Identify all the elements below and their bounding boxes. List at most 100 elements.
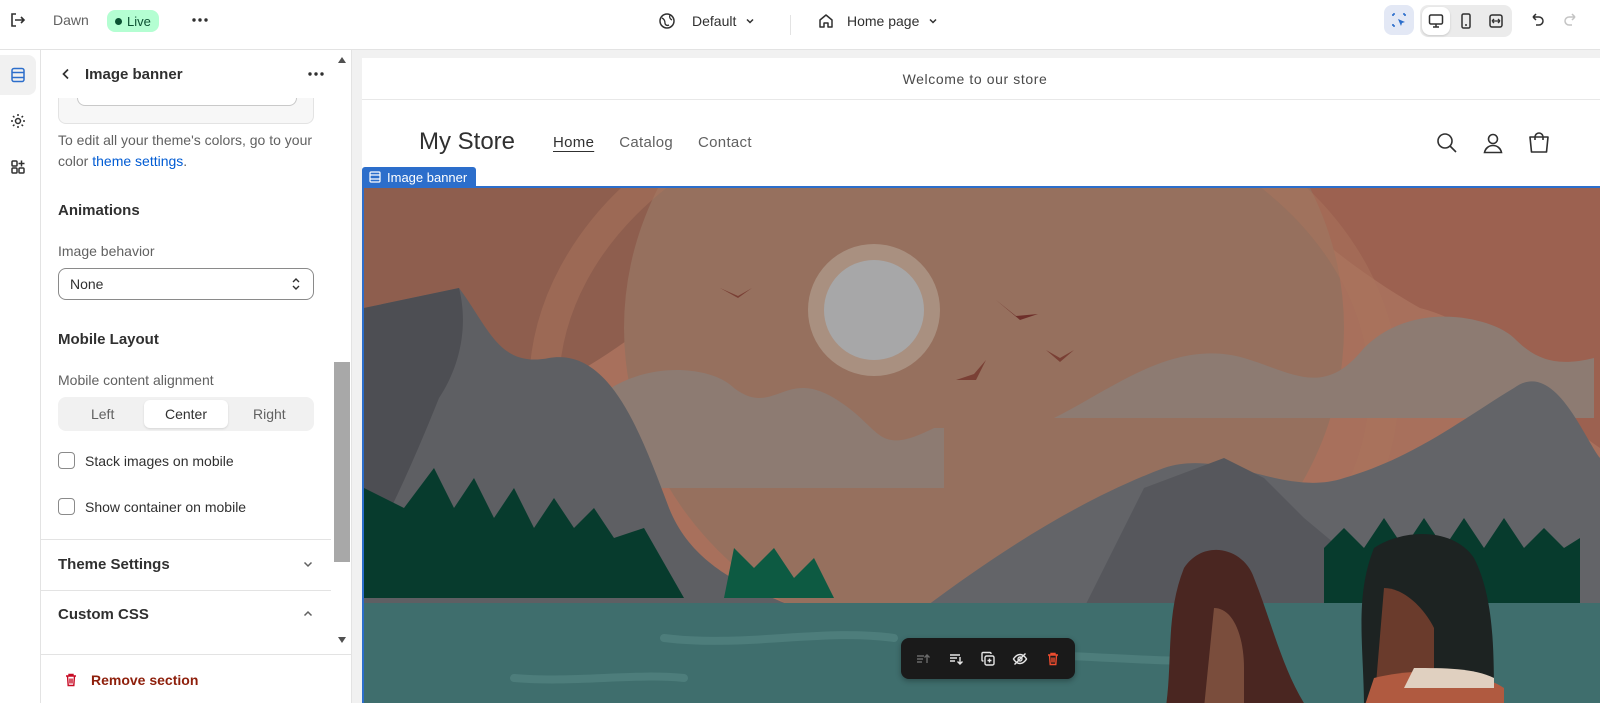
home-icon bbox=[819, 14, 833, 28]
theme-picker[interactable]: Default bbox=[658, 12, 756, 30]
announcement-bar: Welcome to our store bbox=[362, 58, 1600, 100]
theme-settings-link[interactable]: theme settings bbox=[92, 153, 183, 169]
chevron-up-icon bbox=[303, 610, 313, 617]
rail-theme-settings-button[interactable] bbox=[0, 101, 36, 141]
scroll-thumb[interactable] bbox=[334, 362, 350, 562]
live-dot bbox=[115, 17, 122, 25]
search-button[interactable] bbox=[1432, 128, 1462, 158]
fullwidth-view-button[interactable] bbox=[1482, 7, 1510, 35]
apps-icon bbox=[11, 160, 25, 174]
image-behavior-select[interactable]: None bbox=[58, 268, 314, 300]
section-tag-label: Image banner bbox=[387, 169, 468, 185]
remove-section-button[interactable]: Remove section bbox=[41, 654, 351, 703]
theme-settings-heading: Theme Settings bbox=[58, 555, 170, 573]
move-up-icon bbox=[917, 653, 931, 663]
theme-settings-accordion[interactable]: Theme Settings bbox=[41, 539, 331, 589]
cart-icon bbox=[1529, 132, 1549, 153]
chevron-left-icon bbox=[62, 68, 69, 80]
color-help-text: To edit all your theme's colors, go to y… bbox=[58, 130, 314, 172]
inspector-toggle-button[interactable] bbox=[1384, 5, 1414, 35]
page-picker-label: Home page bbox=[847, 13, 920, 29]
back-button[interactable] bbox=[55, 63, 77, 85]
store-header: My Store Home Catalog Contact bbox=[362, 100, 1600, 188]
image-behavior-value: None bbox=[70, 276, 104, 292]
stack-images-row[interactable]: Stack images on mobile bbox=[58, 452, 314, 469]
store-preview: Welcome to our store My Store Home Catal… bbox=[362, 58, 1600, 703]
show-container-checkbox[interactable] bbox=[58, 498, 75, 515]
mobile-view-button[interactable] bbox=[1452, 7, 1480, 35]
store-logo[interactable]: My Store bbox=[419, 128, 515, 156]
move-down-button[interactable] bbox=[942, 645, 970, 673]
eye-hidden-icon bbox=[1013, 652, 1028, 665]
panel-title: Image banner bbox=[85, 65, 183, 83]
image-behavior-label: Image behavior bbox=[58, 243, 155, 259]
undo-icon bbox=[1532, 13, 1544, 26]
animations-heading: Animations bbox=[58, 202, 140, 219]
duplicate-button[interactable] bbox=[974, 645, 1002, 673]
panel-header: Image banner bbox=[41, 50, 331, 98]
nav-item-catalog[interactable]: Catalog bbox=[619, 134, 673, 151]
undo-button[interactable] bbox=[1522, 5, 1552, 35]
page-picker[interactable]: Home page bbox=[817, 12, 939, 30]
cart-button[interactable] bbox=[1524, 128, 1554, 158]
redo-button[interactable] bbox=[1556, 5, 1586, 35]
status-badge-label: Live bbox=[127, 13, 151, 29]
move-up-button[interactable] bbox=[909, 645, 937, 673]
main-nav: Home Catalog Contact bbox=[553, 134, 752, 151]
section-more-button[interactable] bbox=[301, 59, 331, 89]
search-icon bbox=[1437, 133, 1457, 153]
theme-name: Dawn bbox=[53, 12, 89, 28]
rail-sections-button[interactable] bbox=[0, 55, 36, 95]
banner-illustration bbox=[364, 188, 1600, 703]
delete-button[interactable] bbox=[1039, 645, 1067, 673]
account-button[interactable] bbox=[1478, 128, 1508, 158]
alignment-left-option[interactable]: Left bbox=[61, 400, 144, 428]
more-icon bbox=[308, 72, 324, 76]
show-container-row[interactable]: Show container on mobile bbox=[58, 498, 314, 515]
more-icon bbox=[192, 18, 208, 22]
nav-item-contact[interactable]: Contact bbox=[698, 134, 752, 151]
redo-icon bbox=[1564, 13, 1576, 26]
exit-button[interactable] bbox=[2, 5, 32, 35]
select-arrows-icon bbox=[292, 278, 300, 290]
chevron-down-icon bbox=[929, 18, 937, 24]
image-banner[interactable] bbox=[362, 186, 1600, 703]
section-floating-toolbar bbox=[901, 638, 1075, 679]
editor-topbar: Dawn Live Default Home page bbox=[0, 0, 1600, 50]
section-tag[interactable]: Image banner bbox=[362, 167, 477, 187]
mobile-alignment-segmented: Left Center Right bbox=[58, 397, 314, 431]
show-container-label: Show container on mobile bbox=[85, 498, 247, 515]
section-settings-panel: Image banner To edit all your theme's co… bbox=[41, 50, 352, 703]
status-badge: Live bbox=[107, 10, 159, 32]
section-icon bbox=[369, 171, 381, 183]
alignment-right-option[interactable]: Right bbox=[228, 400, 311, 428]
alignment-center-option[interactable]: Center bbox=[144, 400, 228, 428]
theme-picker-label: Default bbox=[692, 13, 737, 29]
mobile-icon bbox=[1461, 13, 1471, 29]
scroll-up-arrow[interactable] bbox=[337, 55, 347, 65]
topbar-divider bbox=[790, 15, 791, 35]
chevron-down-icon bbox=[746, 18, 754, 24]
globe-icon bbox=[659, 13, 675, 29]
rail-apps-button[interactable] bbox=[0, 147, 36, 187]
custom-css-accordion[interactable]: Custom CSS bbox=[41, 589, 331, 639]
panel-scrollbar[interactable] bbox=[333, 50, 350, 654]
color-scheme-select[interactable] bbox=[77, 98, 297, 106]
editor-rail bbox=[0, 50, 41, 703]
viewport-switcher bbox=[1420, 5, 1512, 37]
duplicate-icon bbox=[981, 651, 995, 666]
scroll-down-arrow[interactable] bbox=[337, 635, 347, 645]
mobile-layout-heading: Mobile Layout bbox=[58, 331, 159, 348]
nav-item-home[interactable]: Home bbox=[553, 134, 594, 151]
exit-icon bbox=[11, 13, 26, 27]
stack-images-checkbox[interactable] bbox=[58, 452, 75, 469]
fullwidth-icon bbox=[1489, 14, 1503, 28]
trash-icon bbox=[1047, 652, 1058, 665]
settings-gear-icon bbox=[11, 114, 25, 128]
mobile-alignment-label: Mobile content alignment bbox=[58, 372, 214, 388]
more-actions-button[interactable] bbox=[185, 5, 215, 35]
desktop-view-button[interactable] bbox=[1422, 7, 1450, 35]
sections-icon bbox=[11, 67, 25, 83]
trash-icon bbox=[66, 673, 76, 686]
hide-button[interactable] bbox=[1006, 645, 1034, 673]
